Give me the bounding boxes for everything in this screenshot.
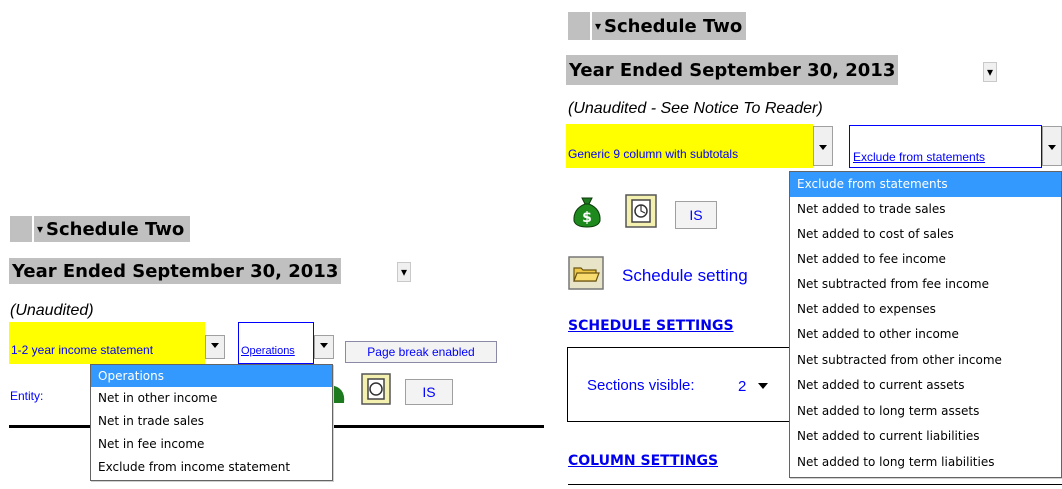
svg-text:$: $ [582, 210, 592, 226]
left-statement-select-value: 1-2 year income statement [11, 343, 154, 357]
right-class-select[interactable]: Exclude from statements [849, 125, 1042, 168]
left-year-dropdown[interactable]: Year Ended September 30, 2013 [9, 258, 342, 284]
schedule-settings-button[interactable]: Schedule setting [622, 266, 748, 286]
left-year-title: Year Ended September 30, 2013 [12, 260, 339, 282]
right-divider [568, 484, 1062, 485]
right-year-title: Year Ended September 30, 2013 [569, 59, 896, 81]
folder-icon[interactable] [568, 256, 604, 290]
money-bag-icon[interactable]: $ [570, 195, 604, 229]
dropdown-arrow-icon [758, 383, 769, 389]
dropdown-arrow-icon [1048, 145, 1056, 150]
dropdown-option[interactable]: Net added to other income [790, 322, 1061, 347]
dropdown-option[interactable]: Net added to fee income [790, 247, 1061, 272]
left-class-select-value: Operations [241, 345, 295, 357]
page-break-button[interactable]: Page break enabled [345, 341, 497, 363]
dropdown-arrow-icon [211, 343, 219, 348]
dropdown-option[interactable]: Exclude from income statement [91, 456, 332, 479]
right-statement-select[interactable]: Generic 9 column with subtotals [566, 124, 813, 168]
dropdown-option[interactable]: Net added to trade sales [790, 197, 1061, 222]
dropdown-option[interactable]: Exclude from statements [790, 172, 1061, 197]
left-statement-select[interactable]: 1-2 year income statement [9, 322, 205, 364]
dropdown-option[interactable]: Net in trade sales [91, 410, 332, 433]
right-notice: (Unaudited - See Notice To Reader) [568, 100, 823, 117]
right-title-dropdown[interactable]: ▾ Schedule Two [592, 12, 747, 40]
chevron-down-icon: ▾ [594, 19, 602, 33]
right-is-button[interactable]: IS [675, 201, 717, 229]
dropdown-option[interactable]: Net added to cost of sales [790, 222, 1061, 247]
left-title: Schedule Two [46, 218, 185, 240]
dropdown-option[interactable]: Net in other income [91, 387, 332, 410]
dropdown-option[interactable]: Net added to long term assets [790, 398, 1061, 424]
entity-label: Entity: [10, 389, 44, 403]
right-class-dropdown-list[interactable]: Exclude from statements Net added to tra… [789, 171, 1062, 478]
dropdown-option[interactable]: Net added to current liabilities [790, 424, 1061, 449]
right-title: Schedule Two [604, 15, 743, 37]
sections-visible-value: 2 [738, 377, 747, 395]
left-title-grip[interactable] [10, 216, 32, 242]
dropdown-arrow-icon [320, 343, 328, 348]
right-statement-select-value: Generic 9 column with subtotals [568, 147, 739, 161]
dropdown-option[interactable]: Net added to current assets [790, 373, 1061, 398]
dropdown-option[interactable]: Net subtracted from fee income [790, 272, 1061, 297]
right-class-select-value: Exclude from statements [853, 150, 986, 164]
left-statement-select-arrow[interactable] [205, 335, 225, 359]
chevron-down-icon: ▾ [36, 222, 44, 236]
right-statement-select-arrow[interactable] [813, 126, 833, 166]
right-year-dropdown[interactable]: Year Ended September 30, 2013 [566, 55, 899, 85]
left-class-select-arrow[interactable] [314, 335, 334, 359]
left-title-dropdown[interactable]: ▾ Schedule Two [34, 216, 191, 242]
left-class-dropdown-list[interactable]: Operations Net in other income Net in tr… [90, 364, 333, 481]
column-settings-heading[interactable]: COLUMN SETTINGS [568, 453, 718, 469]
dropdown-option[interactable]: Net in fee income [91, 433, 332, 456]
right-year-arrow-icon[interactable]: ▾ [983, 62, 997, 82]
dropdown-option[interactable]: Net added to long term liabilities [790, 449, 1061, 475]
sections-visible-label: Sections visible: [587, 377, 695, 394]
left-class-select[interactable]: Operations [238, 322, 314, 364]
schedule-settings-heading[interactable]: SCHEDULE SETTINGS [568, 318, 734, 334]
left-year-arrow-icon[interactable]: ▾ [397, 262, 411, 282]
right-title-grip[interactable] [568, 12, 590, 40]
sections-visible-select[interactable]: 2 [732, 374, 790, 398]
dropdown-option[interactable]: Net added to expenses [790, 297, 1061, 322]
left-is-button[interactable]: IS [405, 379, 453, 405]
right-class-select-arrow[interactable] [1042, 126, 1062, 166]
left-unaudited: (Unaudited) [10, 302, 94, 319]
document-icon[interactable] [624, 193, 662, 229]
dropdown-option[interactable]: Net subtracted from other income [790, 347, 1061, 373]
document-icon[interactable] [360, 372, 396, 406]
dropdown-option[interactable]: Operations [91, 365, 332, 387]
dropdown-arrow-icon [819, 145, 827, 150]
